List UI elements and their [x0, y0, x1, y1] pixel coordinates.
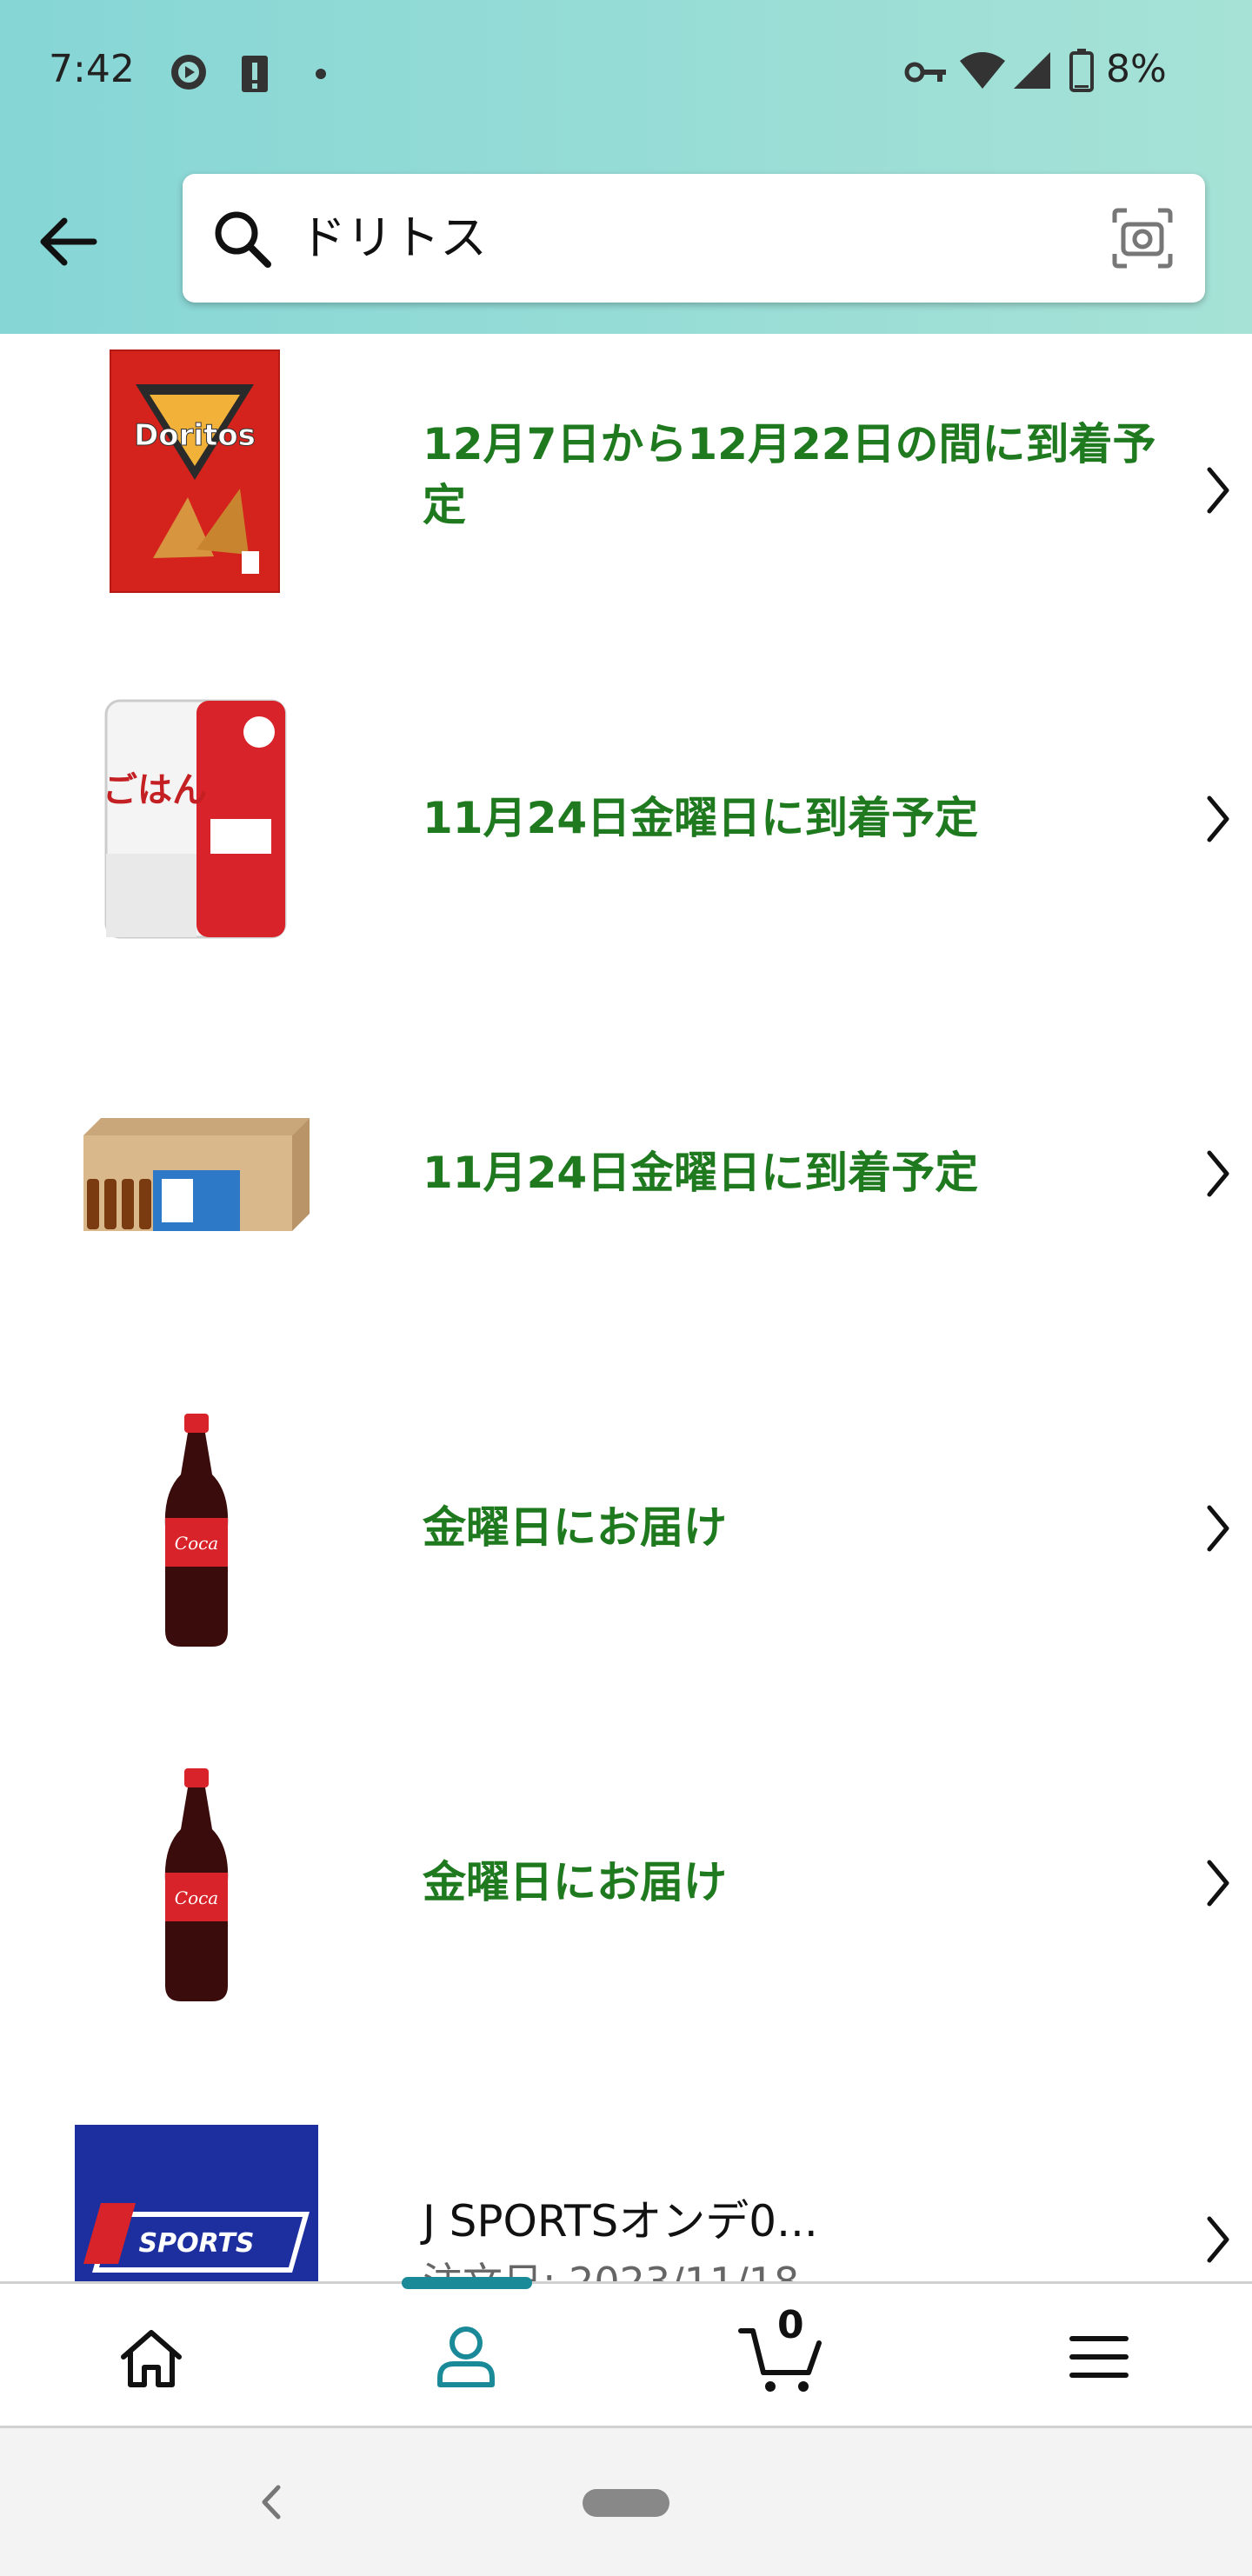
cola-bottle-image: Coca: [164, 1414, 229, 1647]
search-icon: [215, 211, 271, 268]
menu-icon: [1069, 2336, 1129, 2378]
chevron-right-icon: [1207, 1150, 1229, 1197]
nav-cart[interactable]: 0: [696, 2284, 869, 2428]
app-header: 7:42 8% ドリトス: [0, 0, 1252, 334]
svg-text:Doritos: Doritos: [134, 418, 256, 453]
svg-text:SPORTS: SPORTS: [139, 2228, 255, 2259]
nav-home[interactable]: [64, 2284, 238, 2428]
chevron-right-icon: [1207, 1860, 1229, 1907]
status-time: 7:42: [49, 47, 135, 91]
delivery-status: 金曜日にお届け: [423, 1857, 727, 1907]
order-title: J SPORTSオンデ0...: [423, 2196, 818, 2247]
delivery-status: 11月24日金曜日に到着予定: [423, 793, 979, 843]
signal-icon: [1014, 52, 1050, 89]
chevron-right-icon: [1207, 2216, 1229, 2263]
account-icon: [437, 2326, 495, 2387]
media-icon: [171, 55, 206, 90]
bottom-navigation: 0: [0, 2277, 1252, 2428]
back-arrow-icon[interactable]: [31, 205, 104, 278]
search-bar[interactable]: ドリトス: [183, 174, 1205, 303]
cart-count-badge: 0: [777, 2303, 804, 2347]
home-icon: [121, 2330, 182, 2387]
svg-text:ごはん: ごはん: [103, 770, 207, 810]
battery-icon: [1069, 49, 1094, 92]
nav-account[interactable]: [379, 2284, 553, 2428]
order-row[interactable]: 11月24日金曜日に到着予定: [0, 1003, 1252, 1361]
delivery-status: 12月7日から12月22日の間に到着予 定: [423, 414, 1162, 536]
svg-text:Coca: Coca: [175, 1887, 218, 1908]
rice-pack-image: ごはん: [103, 699, 287, 939]
alert-icon: [242, 56, 268, 92]
chevron-right-icon: [1207, 467, 1229, 514]
vpn-key-icon: [904, 62, 946, 83]
order-row[interactable]: Coca 金曜日にお届け: [0, 1358, 1252, 1715]
delivery-line-1: 12月7日から12月22日の間に到着予: [423, 419, 1156, 469]
battery-percent: 8%: [1106, 47, 1167, 91]
wifi-icon: [960, 52, 1005, 89]
order-row[interactable]: ごはん 11月24日金曜日に到着予定: [0, 649, 1252, 1006]
chevron-right-icon: [1207, 1505, 1229, 1552]
delivery-line-2: 定: [423, 480, 466, 530]
svg-text:Coca: Coca: [175, 1533, 218, 1554]
status-bar: 7:42 8%: [0, 0, 1252, 148]
home-gesture-pill[interactable]: [583, 2489, 669, 2517]
drink-box-image: [83, 1118, 310, 1231]
order-row[interactable]: Doritos 12月7日から12月22日の間に到着予 定: [0, 334, 1252, 651]
system-back-icon[interactable]: [254, 2480, 289, 2524]
doritos-bag-image: Doritos: [110, 349, 280, 593]
chevron-right-icon: [1207, 795, 1229, 842]
delivery-status: 金曜日にお届け: [423, 1502, 727, 1553]
system-navigation-bar: [0, 2426, 1252, 2576]
delivery-status: 11月24日金曜日に到着予定: [423, 1148, 979, 1198]
order-row[interactable]: Coca 金曜日にお届け: [0, 1713, 1252, 2070]
camera-search-icon[interactable]: [1108, 203, 1177, 273]
search-input[interactable]: ドリトス: [299, 205, 487, 271]
cola-bottle-image: Coca: [164, 1768, 229, 2001]
dot-icon: [316, 69, 326, 79]
jsports-logo-image: SPORTS: [75, 2125, 318, 2281]
nav-menu[interactable]: [1012, 2284, 1186, 2428]
